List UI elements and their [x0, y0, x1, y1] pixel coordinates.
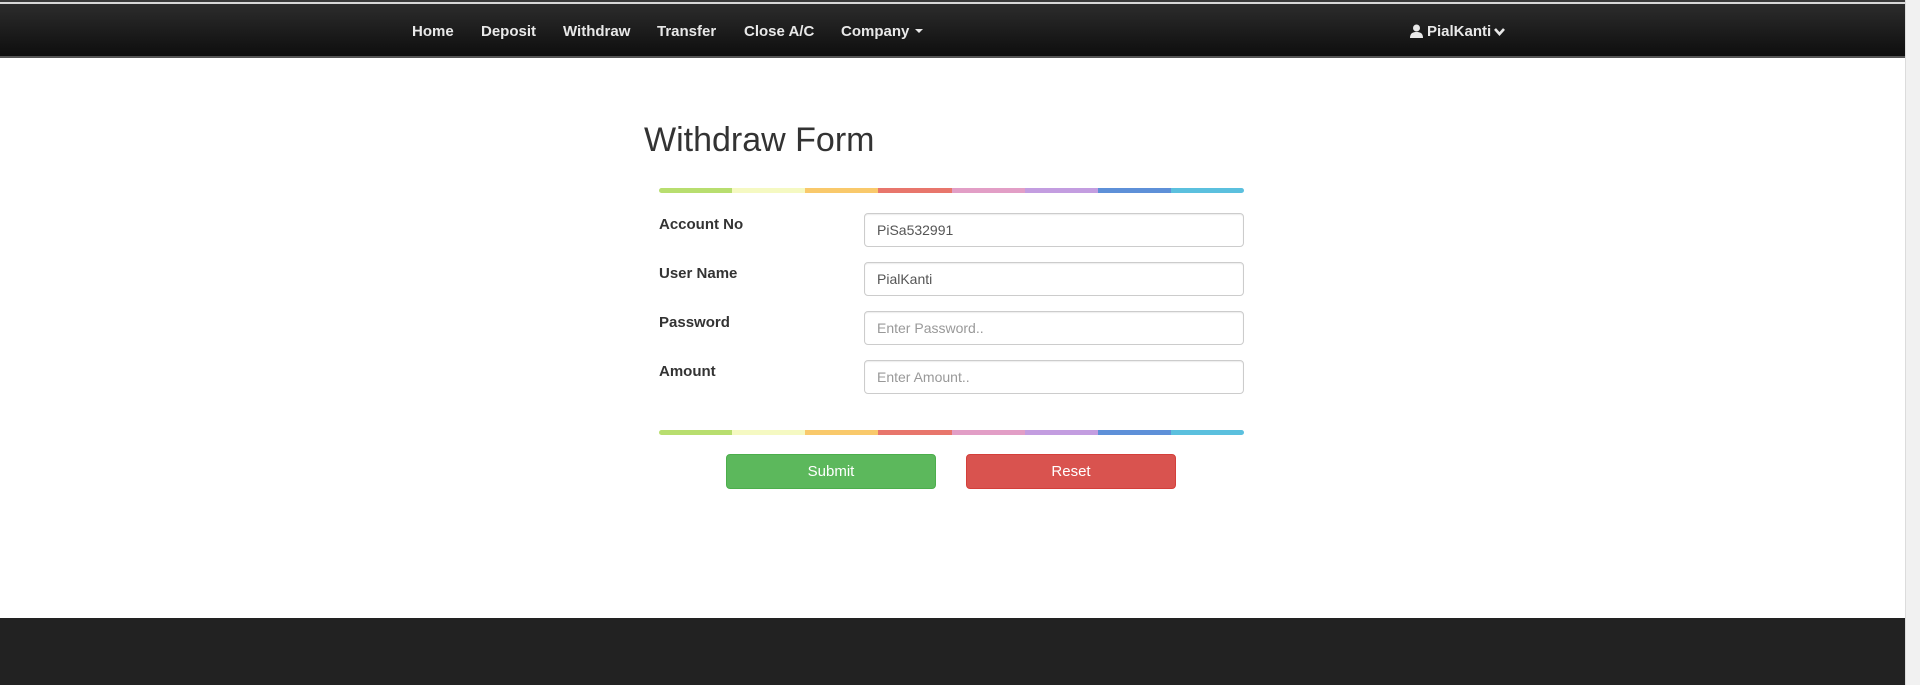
password-label: Password — [659, 314, 730, 331]
nav-home[interactable]: Home — [412, 23, 454, 40]
submit-button[interactable]: Submit — [726, 454, 936, 489]
rainbow-segment — [878, 188, 952, 193]
rainbow-segment — [1170, 188, 1244, 193]
nav-company-label: Company — [841, 23, 910, 40]
rainbow-segment — [951, 430, 1025, 435]
rainbow-segment — [805, 188, 879, 193]
rainbow-segment — [1097, 430, 1171, 435]
nav-close-account[interactable]: Close A/C — [744, 23, 814, 40]
rainbow-divider-bottom — [659, 430, 1244, 435]
account-no-input[interactable] — [864, 213, 1244, 247]
rainbow-segment — [878, 430, 952, 435]
rainbow-segment — [659, 188, 733, 193]
rainbow-segment — [1170, 430, 1244, 435]
account-no-label: Account No — [659, 216, 744, 233]
user-name-label: User Name — [659, 265, 738, 282]
user-name: PialKanti — [1427, 23, 1492, 40]
nav-company-dropdown[interactable]: Company — [841, 23, 924, 40]
chevron-down-icon — [1494, 28, 1506, 36]
scrollbar[interactable] — [1905, 0, 1920, 685]
page-title: Withdraw Form — [644, 121, 875, 159]
rainbow-segment — [1024, 188, 1098, 193]
amount-label: Amount — [659, 363, 716, 380]
user-name-input[interactable] — [864, 262, 1244, 296]
page: Home Deposit Withdraw Transfer Close A/C… — [0, 0, 1920, 685]
nav-deposit[interactable]: Deposit — [481, 23, 536, 40]
amount-input[interactable] — [864, 360, 1244, 394]
caret-down-icon — [915, 29, 924, 33]
rainbow-segment — [732, 188, 806, 193]
user-menu[interactable]: PialKanti — [1410, 23, 1506, 40]
reset-button[interactable]: Reset — [966, 454, 1176, 489]
user-icon — [1410, 24, 1423, 38]
rainbow-divider-top — [659, 188, 1244, 193]
password-input[interactable] — [864, 311, 1244, 345]
footer — [0, 618, 1905, 685]
nav-transfer[interactable]: Transfer — [657, 23, 716, 40]
nav-withdraw[interactable]: Withdraw — [563, 23, 630, 40]
rainbow-segment — [1097, 188, 1171, 193]
rainbow-segment — [1024, 430, 1098, 435]
rainbow-segment — [951, 188, 1025, 193]
rainbow-segment — [732, 430, 806, 435]
rainbow-segment — [805, 430, 879, 435]
top-navbar: Home Deposit Withdraw Transfer Close A/C… — [0, 0, 1905, 58]
rainbow-segment — [659, 430, 733, 435]
